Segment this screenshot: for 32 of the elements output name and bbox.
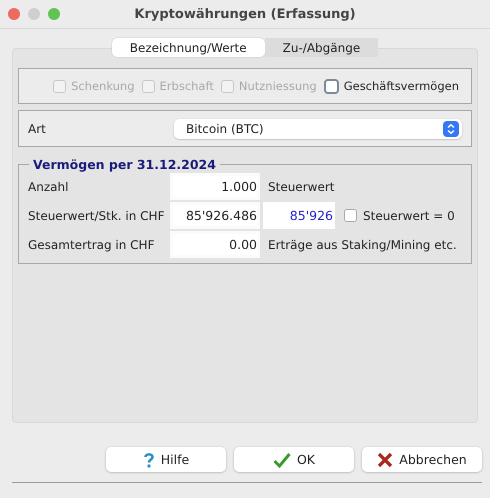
zoom-button[interactable] [48,8,60,20]
window-title: Kryptowährungen (Erfassung) [134,6,356,22]
dropdown-arrows-icon [443,120,459,136]
field-note: Steuerwert [268,180,334,194]
field-note: Erträge aus Staking/Mining etc. [268,238,457,252]
question-mark-icon [142,452,155,468]
cancel-button[interactable]: Abbrechen [362,447,482,472]
checkmark-icon [272,452,291,468]
checkbox[interactable] [324,78,339,94]
tab[interactable]: Bezeichnung/Werte [112,38,265,57]
checkbox[interactable] [344,209,357,222]
field-label: Gesamtertrag in CHF [28,238,156,252]
close-button[interactable] [8,8,20,20]
type-label: Art [28,122,47,136]
tab[interactable]: Zu-/Abgänge [264,38,378,57]
ok-button[interactable]: OK [234,447,354,472]
field-label: Anzahl [28,180,70,194]
computed-value: 85'926 [263,202,335,229]
checkbox-label: Nutzniessung [238,79,317,93]
group-title: Vermögen per 31.12.2024 [32,157,217,172]
checkbox-label: Geschäftsvermögen [344,79,459,93]
checkbox-label: Schenkung [71,79,135,93]
minimize-button[interactable] [28,8,40,20]
help-button[interactable]: Hilfe [106,447,226,472]
number-field[interactable]: 0.00 [170,231,260,258]
checkbox-label: Steuerwert = 0 [363,208,455,222]
checkbox-label: Erbschaft [160,79,214,93]
cross-icon [377,452,394,468]
number-field[interactable]: 1.000 [170,173,260,200]
field-label: Steuerwert/Stk. in CHF [28,208,166,222]
number-field[interactable]: 85'926.486 [170,202,260,229]
type-dropdown[interactable]: Bitcoin (BTC) [174,118,462,138]
